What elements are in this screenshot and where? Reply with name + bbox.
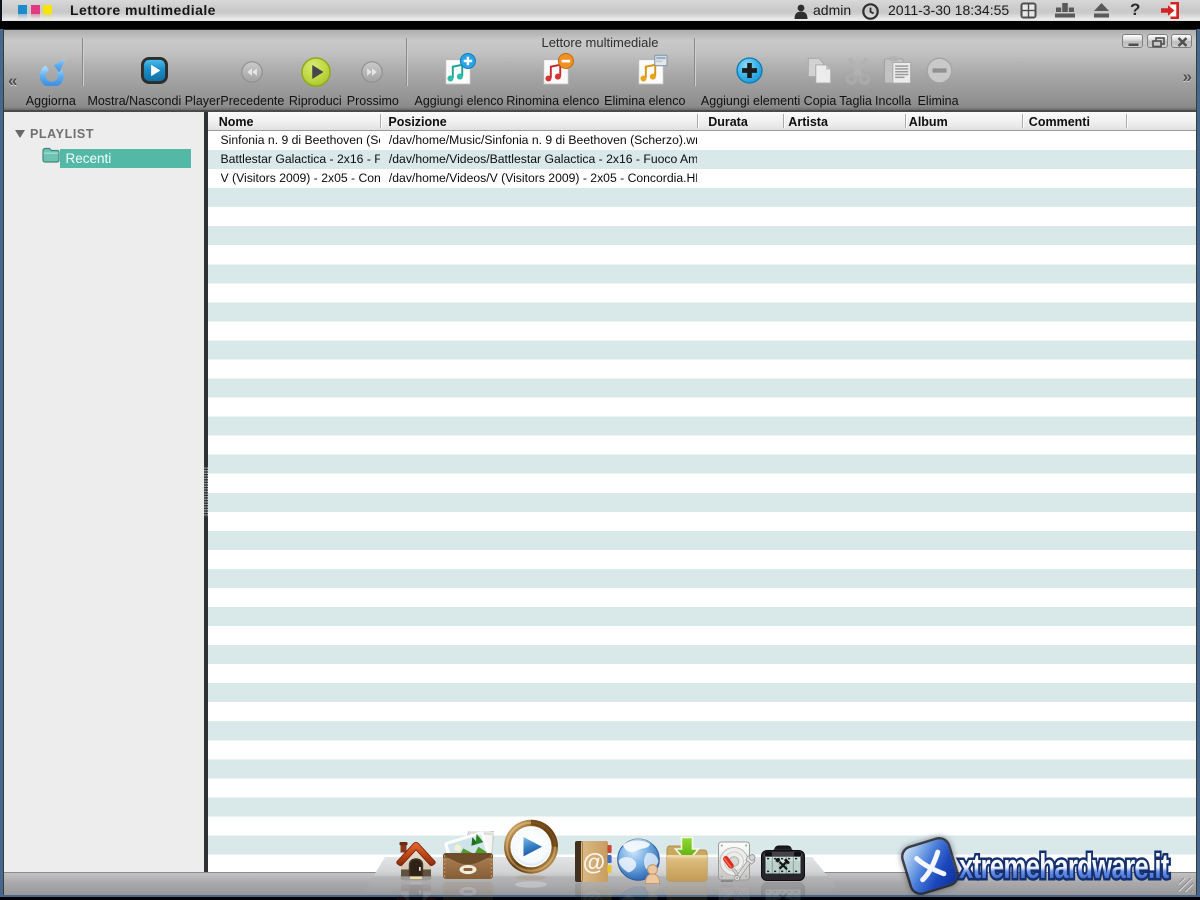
svg-text:@: @ [583, 849, 605, 875]
svg-text:@: @ [583, 890, 605, 900]
